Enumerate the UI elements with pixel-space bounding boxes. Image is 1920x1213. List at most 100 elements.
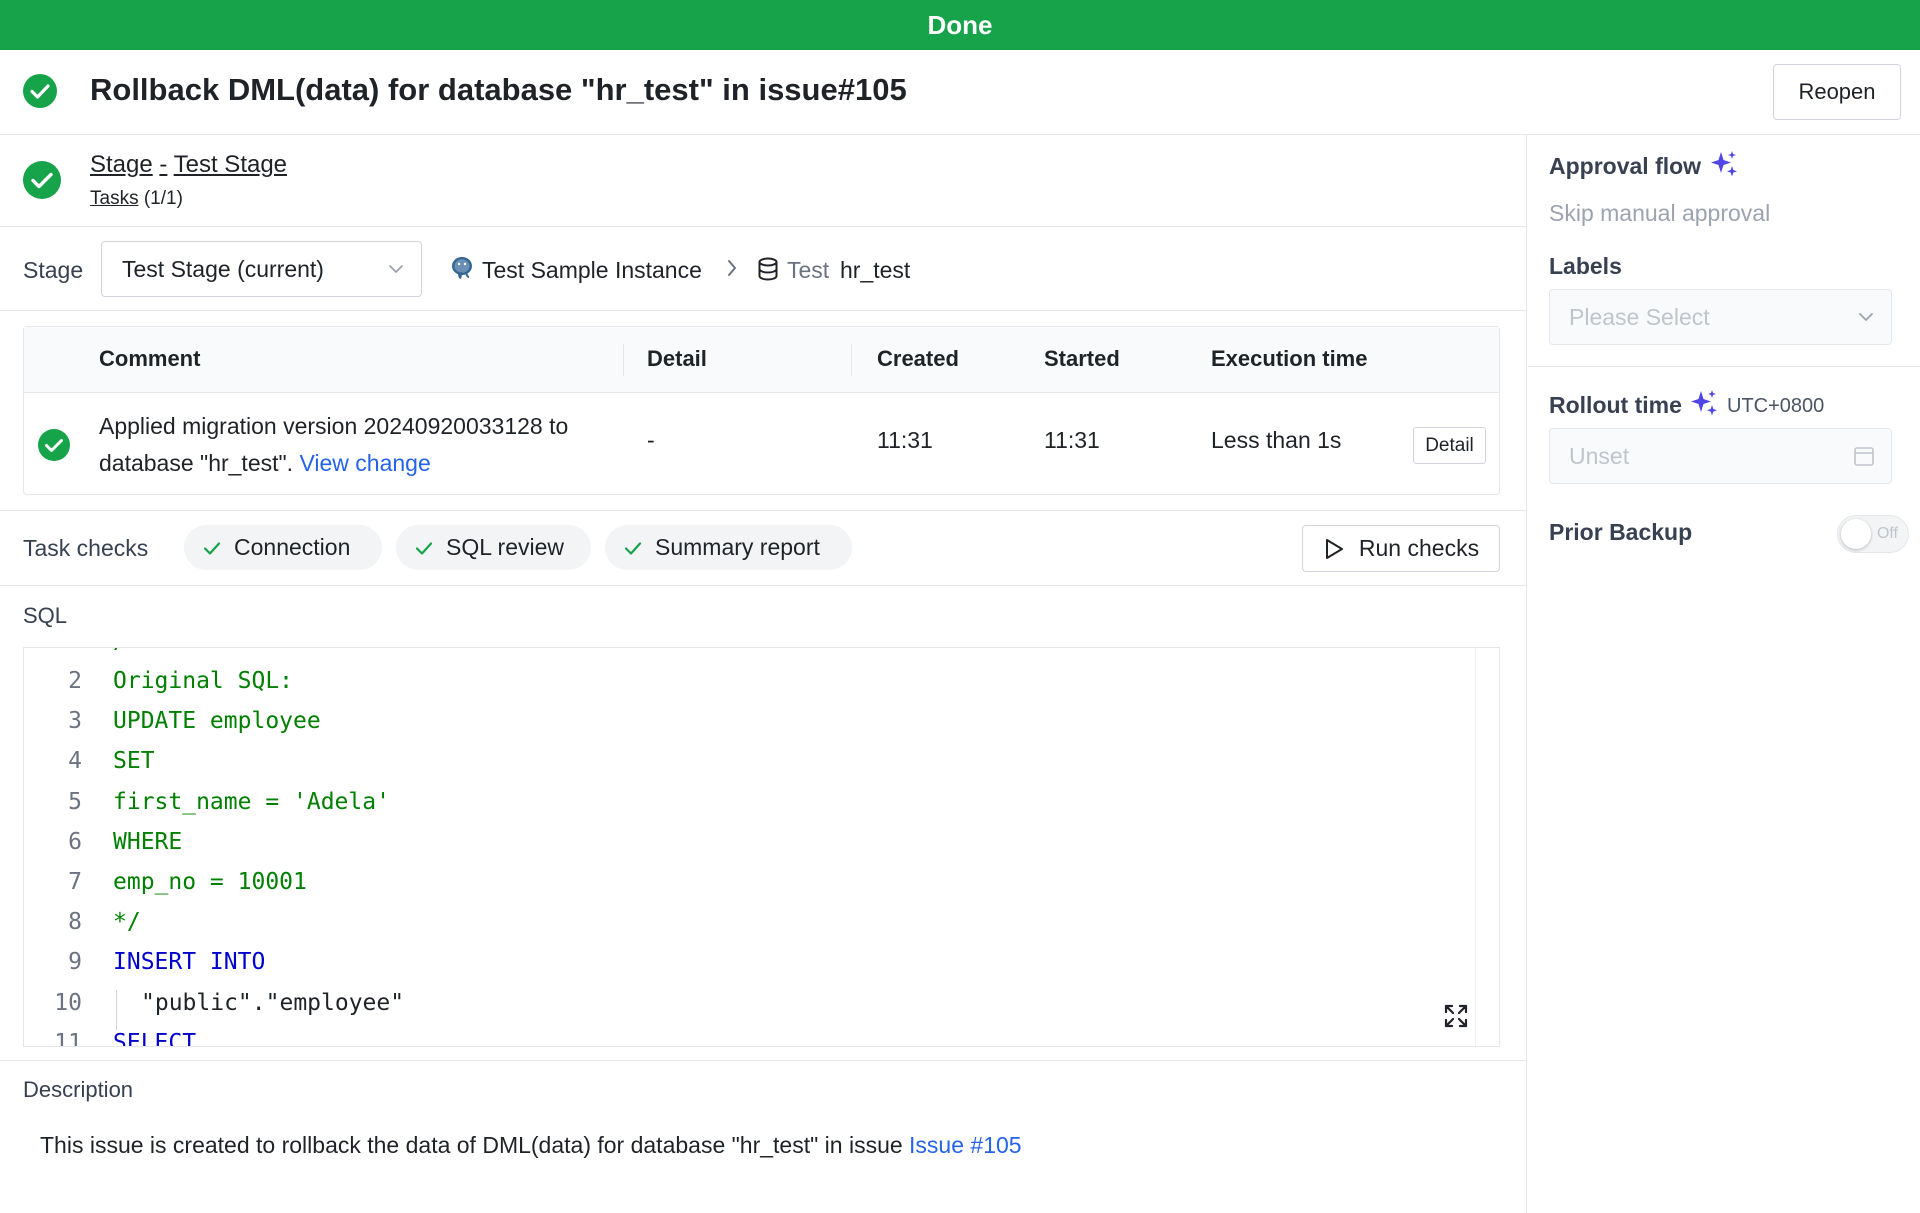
rollout-time-title: Rollout time <box>1549 392 1682 418</box>
database-environment: Test <box>787 257 830 283</box>
stage-breadcrumb[interactable]: Stage - Test Stage <box>90 151 287 179</box>
check-pill-sql-review[interactable]: SQL review <box>396 525 591 570</box>
task-run-detail-button[interactable]: Detail <box>1413 427 1486 464</box>
sql-editor[interactable]: 1/* 2 Original SQL: 3 UPDATE employee 4 SET 5 f… <box>23 647 1500 1047</box>
toggle-state-text: Off <box>1876 525 1898 542</box>
description-label: Description <box>23 1077 134 1102</box>
code-line-partial: 1/* <box>24 648 141 668</box>
issue-status-check-icon <box>22 73 58 114</box>
sparkle-icon <box>1688 388 1720 425</box>
labels-placeholder: Please Select <box>1569 304 1710 330</box>
check-icon <box>624 541 642 555</box>
sidebar-approval-labels: Approval flow Skip manual approval Label… <box>1528 135 1920 367</box>
code-text: Original SQL: <box>113 668 294 694</box>
line-number: 9 <box>68 949 82 976</box>
timezone-label: UTC+0800 <box>1727 395 1825 417</box>
column-header-created: Created <box>877 346 959 371</box>
line-number: 5 <box>68 788 82 815</box>
sql-section-label: SQL <box>23 603 68 628</box>
issue-sidebar: Approval flow Skip manual approval Label… <box>1528 135 1920 1213</box>
approval-flow-value: Skip manual approval <box>1549 200 1771 226</box>
code-text: */ <box>113 909 141 936</box>
code-text: emp_no = 10001 <box>113 869 307 895</box>
stage-status-check-icon <box>22 160 62 205</box>
stage-select-value: Test Stage (current) <box>122 256 324 282</box>
column-header-execution-time: Execution time <box>1211 346 1368 371</box>
line-number: 3 <box>68 708 82 735</box>
rollout-time-placeholder: Unset <box>1569 443 1630 469</box>
code-text: first_name = 'Adela' <box>113 788 390 815</box>
instance-link[interactable]: Test Sample Instance <box>482 257 702 284</box>
description-text: This issue is created to rollback the da… <box>40 1132 1022 1159</box>
task-run-execution-time: Less than 1s <box>1211 427 1342 453</box>
task-run-comment: Applied migration version 20240920033128… <box>99 408 639 482</box>
reopen-button[interactable]: Reopen <box>1773 64 1901 120</box>
line-number: 11 <box>54 1029 82 1047</box>
table-header: Comment Detail Created Started Execution… <box>24 327 1499 393</box>
stage-separator: - <box>159 151 168 178</box>
tasks-count: (1/1) <box>143 188 183 209</box>
issue-title: Rollback DML(data) for database "hr_test… <box>90 72 907 107</box>
code-text: WHERE <box>113 828 183 855</box>
status-banner: Done <box>0 0 1920 50</box>
sparkle-icon <box>1708 149 1740 186</box>
column-divider <box>623 344 624 376</box>
chevron-down-icon <box>387 260 405 283</box>
tasks-summary: Tasks (1/1) <box>90 188 183 210</box>
check-pill-label: Connection <box>234 534 351 560</box>
stage-selector-label: Stage <box>23 257 84 283</box>
stage-summary: Stage - Test Stage Tasks (1/1) <box>0 135 1527 227</box>
line-number: 10 <box>54 989 82 1016</box>
chevron-down-icon <box>1857 308 1875 331</box>
line-number: 7 <box>68 869 82 895</box>
code-text: INSERT INTO <box>113 949 266 976</box>
rollout-time-input[interactable]: Unset <box>1549 428 1892 484</box>
toggle-knob <box>1841 519 1871 549</box>
code-text: SELECT <box>113 1029 197 1047</box>
issue-header: Rollback DML(data) for database "hr_test… <box>0 50 1920 135</box>
task-checks-label: Task checks <box>23 535 149 561</box>
stage-select[interactable]: Test Stage (current) <box>101 241 422 297</box>
column-divider <box>851 344 852 376</box>
editor-scrollbar[interactable] <box>1475 648 1499 1046</box>
stage-word-link[interactable]: Stage <box>90 151 153 178</box>
column-header-started: Started <box>1044 346 1120 371</box>
code-text: "public"."employee" <box>141 989 405 1016</box>
task-run-table: Comment Detail Created Started Execution… <box>23 326 1500 495</box>
table-row: Applied migration version 20240920033128… <box>24 393 1499 496</box>
prior-backup-toggle[interactable]: Off <box>1837 515 1909 553</box>
approval-flow-title: Approval flow <box>1549 153 1702 179</box>
task-run-check-icon <box>37 428 71 467</box>
check-pill-summary-report[interactable]: Summary report <box>605 525 852 570</box>
task-run-created: 11:31 <box>877 427 933 453</box>
check-icon <box>415 541 433 555</box>
line-number: 2 <box>68 668 82 694</box>
view-change-link[interactable]: View change <box>299 450 430 476</box>
check-icon <box>203 541 221 555</box>
database-link[interactable]: hr_test <box>840 257 910 284</box>
line-number: 8 <box>68 909 82 936</box>
task-run-started: 11:31 <box>1044 427 1100 453</box>
description-section: Description This issue is created to rol… <box>0 1060 1527 1213</box>
stage-name-link[interactable]: Test Stage <box>174 151 287 178</box>
calendar-icon <box>1853 445 1875 472</box>
labels-select[interactable]: Please Select <box>1549 289 1892 345</box>
tasks-link[interactable]: Tasks <box>90 188 139 209</box>
code-text: SET <box>113 748 155 775</box>
issue-link[interactable]: Issue #105 <box>909 1132 1022 1158</box>
check-pill-connection[interactable]: Connection <box>184 525 382 570</box>
database-icon <box>757 257 779 286</box>
column-header-comment: Comment <box>99 346 201 371</box>
labels-title: Labels <box>1549 253 1622 279</box>
run-checks-label: Run checks <box>1358 535 1480 561</box>
check-pill-label: SQL review <box>446 534 565 560</box>
run-checks-button[interactable]: Run checks <box>1302 525 1500 572</box>
postgres-elephant-icon <box>449 255 475 286</box>
status-banner-text: Done <box>927 9 993 40</box>
main-panel: Stage - Test Stage Tasks (1/1) Stage Tes… <box>0 135 1527 1213</box>
line-number: 6 <box>68 828 82 855</box>
expand-icon[interactable] <box>1443 1003 1469 1034</box>
column-header-detail: Detail <box>647 346 707 371</box>
prior-backup-title: Prior Backup <box>1549 519 1693 545</box>
task-checks-row: Task checks Connection SQL review Summar… <box>0 510 1527 586</box>
